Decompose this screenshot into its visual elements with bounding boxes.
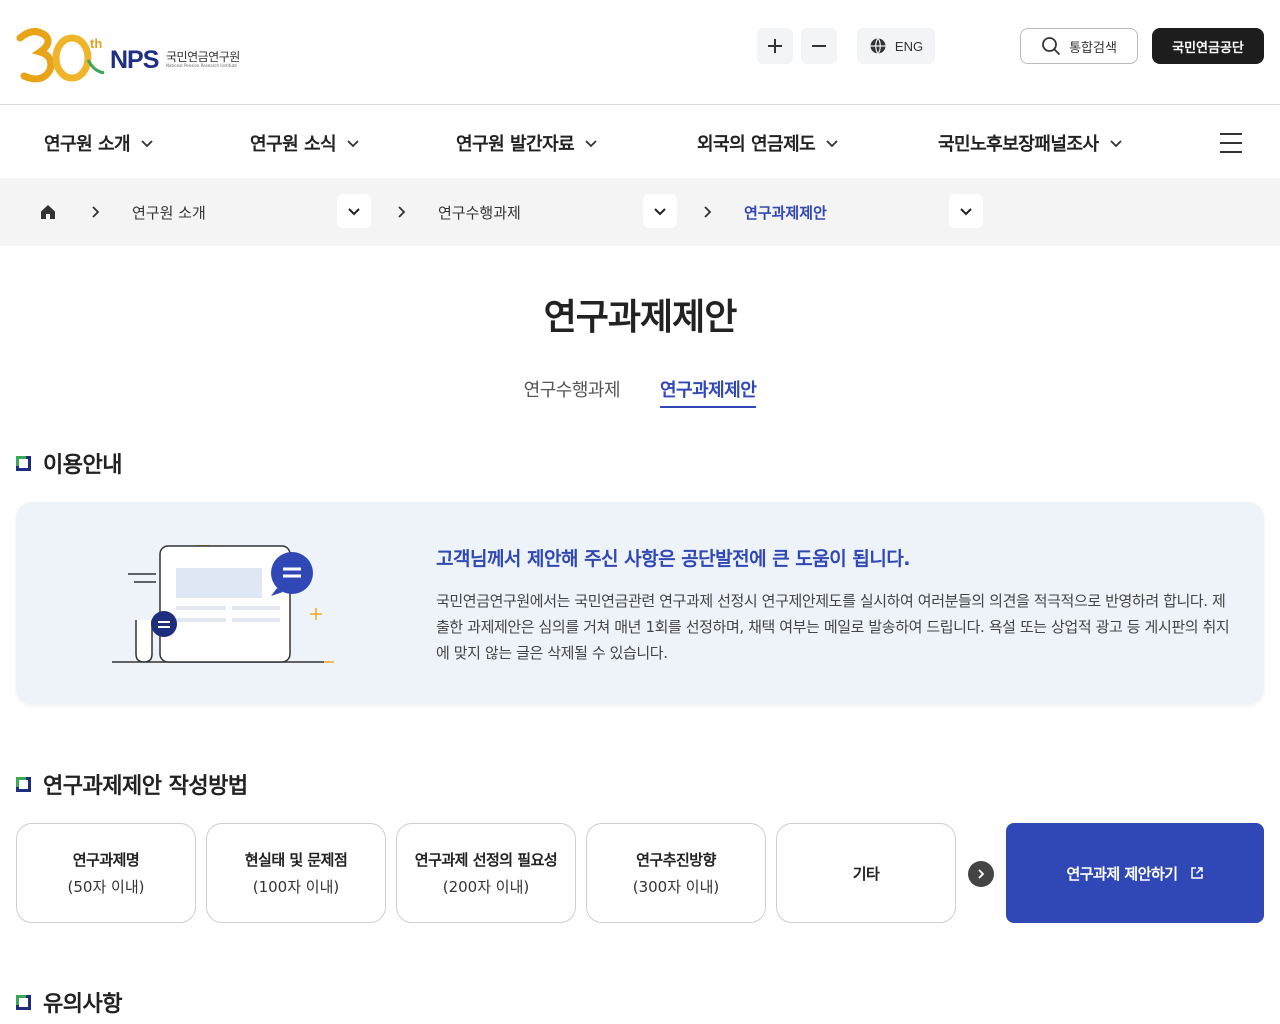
section-mark-icon [16,994,31,1010]
search-label: 통합검색 [1069,40,1117,56]
zoom-out-button[interactable] [801,28,837,64]
card-limit: (300자 이내) [632,878,720,896]
card-limit: (200자 이내) [442,878,530,896]
tab-research-proposal[interactable]: 연구과제제안 [660,376,757,408]
external-link-icon [1190,867,1203,879]
site-logo[interactable]: th NPS 국민연금연구원 National Pension Research… [14,24,254,86]
section-heading-method: 연구과제제안 작성방법 [16,768,248,800]
card-title: 연구과제명 [72,851,140,869]
gnb-item-about[interactable]: 연구원 소개 [44,130,154,156]
section-heading-text: 유의사항 [43,992,122,1017]
logo-english-name: National Pension Research Institute [166,63,237,68]
chevron-down-icon [960,208,972,216]
chevron-down-icon [826,140,838,148]
card-title: 기타 [852,864,880,883]
nps-link-button[interactable]: 국민연금공단 [1152,28,1264,64]
sub-tabs: 연구수행과제 연구과제제안 [0,376,1280,408]
zoom-in-button[interactable] [757,28,793,64]
gnb-item-label: 외국의 연금제도 [697,134,816,155]
search-icon [1042,37,1061,56]
propose-research-button[interactable]: 연구과제 제안하기 [1006,823,1264,923]
info-title: 고객님께서 제안해 주신 사항은 공단발전에 큰 도움이 됩니다. [436,548,911,570]
logo-30-graphic [16,28,104,83]
breadcrumb-item-current[interactable]: 연구과제제안 [744,202,827,223]
gnb-item-panel-survey[interactable]: 국민노후보장패널조사 [938,130,1123,156]
site-header: th NPS 국민연금연구원 National Pension Research… [0,0,1280,105]
section-mark-icon [16,455,31,471]
breadcrumb: 연구원 소개 연구수행과제 연구과제제안 [0,178,1280,246]
info-box: 고객님께서 제안해 주신 사항은 공단발전에 큰 도움이 됩니다. 국민연금연구… [16,502,1264,704]
document-chat-illustration-icon [112,545,334,663]
method-card-etc: 기타 [776,823,956,923]
section-heading-text: 이용안내 [43,453,122,478]
section-mark-icon [16,776,31,792]
globe-icon [870,38,886,54]
gnb-item-label: 국민노후보장패널조사 [938,134,1099,155]
breadcrumb-dropdown-3[interactable] [949,194,983,228]
arrow-right-icon [968,861,994,887]
method-card-status: 현실태 및 문제점 (100자 이내) [206,823,386,923]
chevron-down-icon [1109,140,1122,148]
gnb-item-publications[interactable]: 연구원 발간자료 [456,130,598,156]
breadcrumb-item-2[interactable]: 연구수행과제 [438,202,521,223]
breadcrumb-dropdown-1[interactable] [337,194,371,228]
card-limit: (100자 이내) [252,878,340,896]
card-title: 연구추진방향 [636,851,716,869]
chevron-down-icon [347,140,359,148]
logo-th: th [90,36,103,51]
minus-icon [812,45,826,47]
chevron-right-icon [398,206,406,218]
chevron-down-icon [348,208,360,216]
card-title: 현실태 및 문제점 [244,851,348,869]
gnb-item-news[interactable]: 연구원 소식 [250,130,360,156]
language-label: ENG [894,38,924,54]
integrated-search-button[interactable]: 통합검색 [1020,28,1138,64]
chevron-down-icon [141,140,153,148]
chevron-right-icon [704,206,712,218]
breadcrumb-item-1[interactable]: 연구원 소개 [132,202,206,223]
gnb-item-label: 연구원 발간자료 [456,134,575,155]
tab-research-projects[interactable]: 연구수행과제 [524,376,621,408]
chevron-down-icon [654,208,666,216]
card-title: 연구과제 선정의 필요성 [414,851,558,869]
gnb-item-label: 연구원 소개 [44,134,131,155]
method-card-title: 연구과제명 (50자 이내) [16,823,196,923]
logo-brand: NPS [110,46,159,74]
gnb-item-foreign-pensions[interactable]: 외국의 연금제도 [697,130,839,156]
menu-icon[interactable] [1220,133,1242,153]
chevron-right-icon [92,206,100,218]
card-limit: (50자 이내) [67,878,145,896]
language-button[interactable]: ENG [857,28,935,64]
info-description: 국민연금연구원에서는 국민연금관련 연구과제 선정시 연구제안제도를 실시하여 … [436,592,1230,662]
breadcrumb-dropdown-2[interactable] [643,194,677,228]
section-heading-text: 연구과제제안 작성방법 [43,774,248,799]
plus-icon [768,39,782,53]
propose-label: 연구과제 제안하기 [1066,864,1178,883]
gnb-item-label: 연구원 소식 [250,134,337,155]
home-icon[interactable] [38,202,58,222]
page-title: 연구과제제안 [543,297,738,338]
main-navigation: 연구원 소개 연구원 소식 연구원 발간자료 외국의 연금제도 국민노후보장패널… [0,106,1280,178]
section-heading-notice: 유의사항 [16,986,122,1018]
nps-label: 국민연금공단 [1172,40,1244,56]
method-card-necessity: 연구과제 선정의 필요성 (200자 이내) [396,823,576,923]
chevron-down-icon [585,140,597,148]
section-heading-guide: 이용안내 [16,447,122,479]
method-card-direction: 연구추진방향 (300자 이내) [586,823,766,923]
